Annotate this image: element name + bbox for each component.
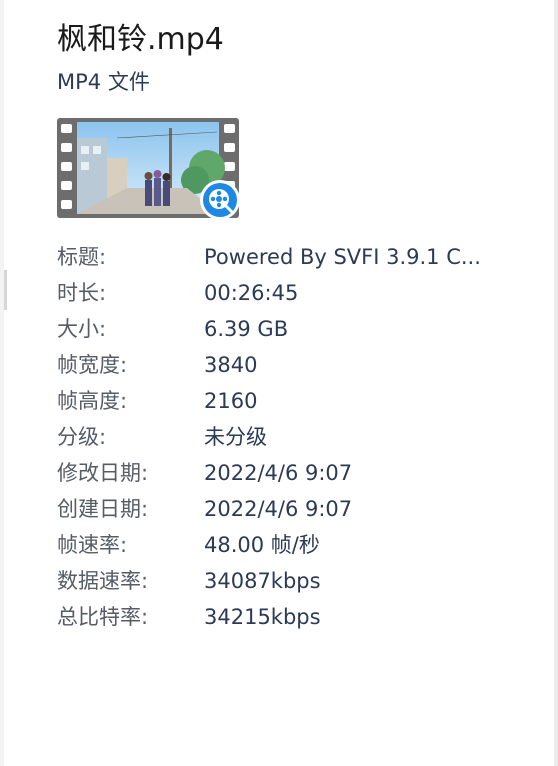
property-value: 3840 — [204, 353, 258, 377]
property-row-duration: 时长: 00:26:45 — [57, 276, 527, 312]
file-name-title: 枫和铃.mp4 — [57, 22, 224, 57]
property-label: 数据速率: — [57, 569, 149, 593]
file-type-label: MP4 文件 — [57, 70, 150, 94]
property-value: 2160 — [204, 389, 258, 413]
property-list: 标题: Powered By SVFI 3.9.1 C... 时长: 00:26… — [57, 240, 527, 636]
property-label: 标题: — [57, 245, 107, 269]
media-player-badge-icon — [200, 180, 240, 220]
property-value: 00:26:45 — [204, 281, 299, 305]
property-row-title: 标题: Powered By SVFI 3.9.1 C... — [57, 240, 527, 276]
property-label: 时长: — [57, 281, 107, 305]
property-value: 2022/4/6 9:07 — [204, 497, 353, 521]
property-row-data-rate: 数据速率: 34087kbps — [57, 564, 527, 600]
property-row-date-created: 创建日期: 2022/4/6 9:07 — [57, 492, 527, 528]
property-label: 帧宽度: — [57, 353, 128, 377]
property-value: Powered By SVFI 3.9.1 C... — [204, 245, 481, 269]
property-label: 大小: — [57, 317, 107, 341]
property-value: 未分级 — [204, 425, 267, 449]
property-row-total-bitrate: 总比特率: 34215kbps — [57, 600, 527, 636]
property-label: 修改日期: — [57, 461, 149, 485]
property-value: 34087kbps — [204, 569, 321, 593]
property-row-frame-width: 帧宽度: 3840 — [57, 348, 527, 384]
video-thumbnail — [57, 118, 243, 222]
property-value: 34215kbps — [204, 605, 321, 629]
property-row-frame-height: 帧高度: 2160 — [57, 384, 527, 420]
property-label: 分级: — [57, 425, 107, 449]
property-row-date-modified: 修改日期: 2022/4/6 9:07 — [57, 456, 527, 492]
property-value: 48.00 帧/秒 — [204, 533, 320, 557]
property-value: 6.39 GB — [204, 317, 289, 341]
video-film-thumbnail-icon — [57, 118, 240, 220]
property-row-size: 大小: 6.39 GB — [57, 312, 527, 348]
property-label: 总比特率: — [57, 605, 149, 629]
property-label: 帧高度: — [57, 389, 128, 413]
property-row-rating: 分级: 未分级 — [57, 420, 527, 456]
property-label: 帧速率: — [57, 533, 128, 557]
pane-resize-handle[interactable] — [4, 270, 7, 310]
details-pane: 枫和铃.mp4 MP4 文件 标题: Powered By SVFI 3.9.1… — [0, 0, 558, 766]
property-label: 创建日期: — [57, 497, 149, 521]
property-value: 2022/4/6 9:07 — [204, 461, 353, 485]
property-row-frame-rate: 帧速率: 48.00 帧/秒 — [57, 528, 527, 564]
